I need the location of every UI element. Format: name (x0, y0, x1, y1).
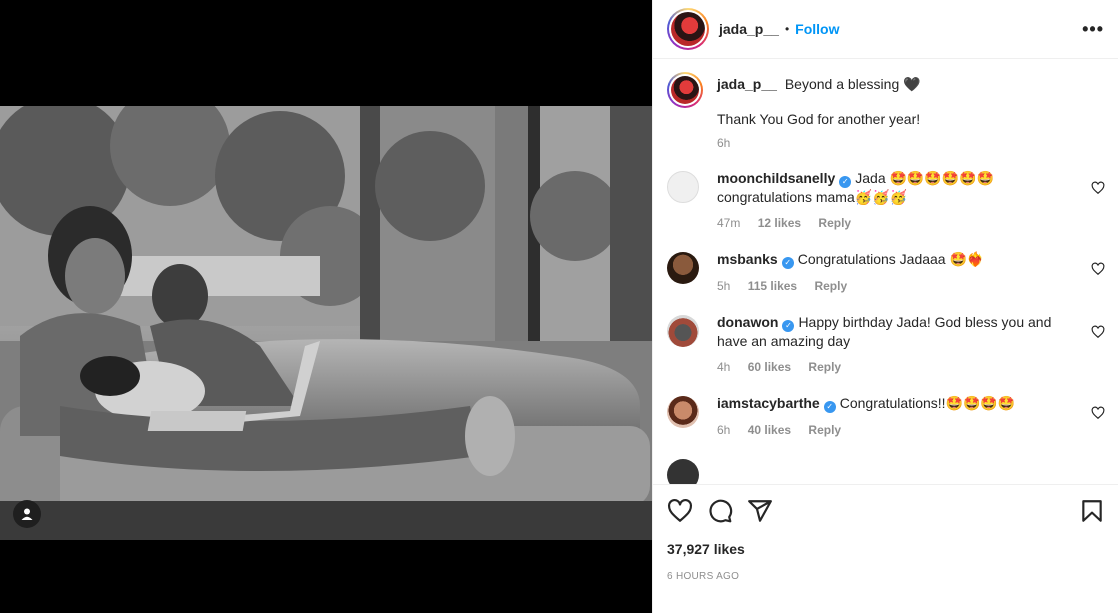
comment-username[interactable]: msbanks (717, 251, 778, 267)
comment-username[interactable]: moonchildsanelly (717, 170, 835, 186)
caption: jada_p__ Beyond a blessing 🖤 Thank You G… (667, 72, 1105, 152)
commenter-avatar[interactable] (667, 315, 699, 347)
comment-time: 47m (717, 216, 741, 230)
post-photo[interactable] (0, 106, 652, 540)
header-separator: • (784, 22, 790, 36)
comment-likes[interactable]: 12 likes (758, 216, 801, 230)
comment-username[interactable]: donawon (717, 314, 778, 330)
comment-likes[interactable]: 115 likes (748, 279, 797, 293)
comment-time: 6h (717, 423, 731, 437)
author-avatar[interactable] (667, 8, 709, 50)
reply-button[interactable]: Reply (818, 216, 851, 230)
caption-time: 6h (717, 136, 731, 150)
commenter-avatar[interactable] (667, 396, 699, 428)
post-actions: 37,927 likes 6 HOURS AGO (653, 484, 1118, 613)
author-username[interactable]: jada_p__ (719, 21, 779, 37)
user-tag-button[interactable] (13, 500, 41, 528)
comment-item: msbanks ✓ Congratulations Jadaaa 🤩❤️‍🔥 5h … (667, 250, 1105, 295)
verified-badge-icon: ✓ (782, 320, 795, 332)
user-tag-icon (21, 508, 33, 520)
comment-text: Congratulations Jadaaa 🤩❤️‍🔥 (797, 251, 985, 267)
comment-like-icon[interactable] (1091, 262, 1105, 276)
comment-icon[interactable] (707, 498, 733, 524)
caption-avatar[interactable] (667, 72, 703, 108)
follow-button[interactable]: Follow (795, 21, 839, 37)
reply-button[interactable]: Reply (808, 423, 841, 437)
comment-item-partial (667, 457, 1105, 484)
post-time[interactable]: 6 HOURS AGO (667, 571, 1105, 582)
post-side-panel: jada_p__ • Follow ••• jada_p__ Beyond a … (652, 0, 1118, 613)
likes-count[interactable]: 37,927 likes (667, 541, 1105, 557)
comment-time: 4h (717, 360, 731, 374)
caption-line2: Thank You God for another year! (717, 111, 921, 127)
comment-item: iamstacybarthe ✓ Congratulations!!🤩🤩🤩🤩 6h … (667, 394, 1105, 439)
comment-text: Congratulations!!🤩🤩🤩🤩 (839, 395, 1016, 411)
commenter-avatar[interactable] (667, 459, 699, 484)
verified-badge-icon: ✓ (781, 257, 794, 269)
post-media (0, 0, 652, 613)
more-icon: ••• (1082, 18, 1104, 39)
comment-like-icon[interactable] (1091, 406, 1105, 420)
comments-list[interactable]: jada_p__ Beyond a blessing 🖤 Thank You G… (653, 60, 1118, 484)
comment-likes[interactable]: 40 likes (748, 423, 791, 437)
bookmark-icon[interactable] (1079, 498, 1105, 524)
comment-like-icon[interactable] (1091, 325, 1105, 339)
commenter-avatar[interactable] (667, 171, 699, 203)
comment-item: donawon ✓ Happy birthday Jada! God bless y… (667, 313, 1105, 376)
share-icon[interactable] (747, 498, 773, 524)
verified-badge-icon: ✓ (839, 176, 852, 188)
post-header: jada_p__ • Follow ••• (653, 0, 1118, 59)
caption-line1: Beyond a blessing 🖤 (784, 76, 921, 92)
comment-likes[interactable]: 60 likes (748, 360, 791, 374)
commenter-avatar[interactable] (667, 252, 699, 284)
comment-time: 5h (717, 279, 731, 293)
heart-icon[interactable] (667, 498, 693, 524)
comment-like-icon[interactable] (1091, 181, 1105, 195)
verified-badge-icon: ✓ (823, 401, 836, 413)
more-options-button[interactable]: ••• (1082, 19, 1104, 40)
reply-button[interactable]: Reply (814, 279, 847, 293)
comment-item: moonchildsanelly ✓ Jada 🤩🤩🤩🤩🤩🤩 congratulat… (667, 169, 1105, 232)
reply-button[interactable]: Reply (808, 360, 841, 374)
comment-username[interactable]: iamstacybarthe (717, 395, 820, 411)
caption-username[interactable]: jada_p__ (717, 76, 777, 92)
